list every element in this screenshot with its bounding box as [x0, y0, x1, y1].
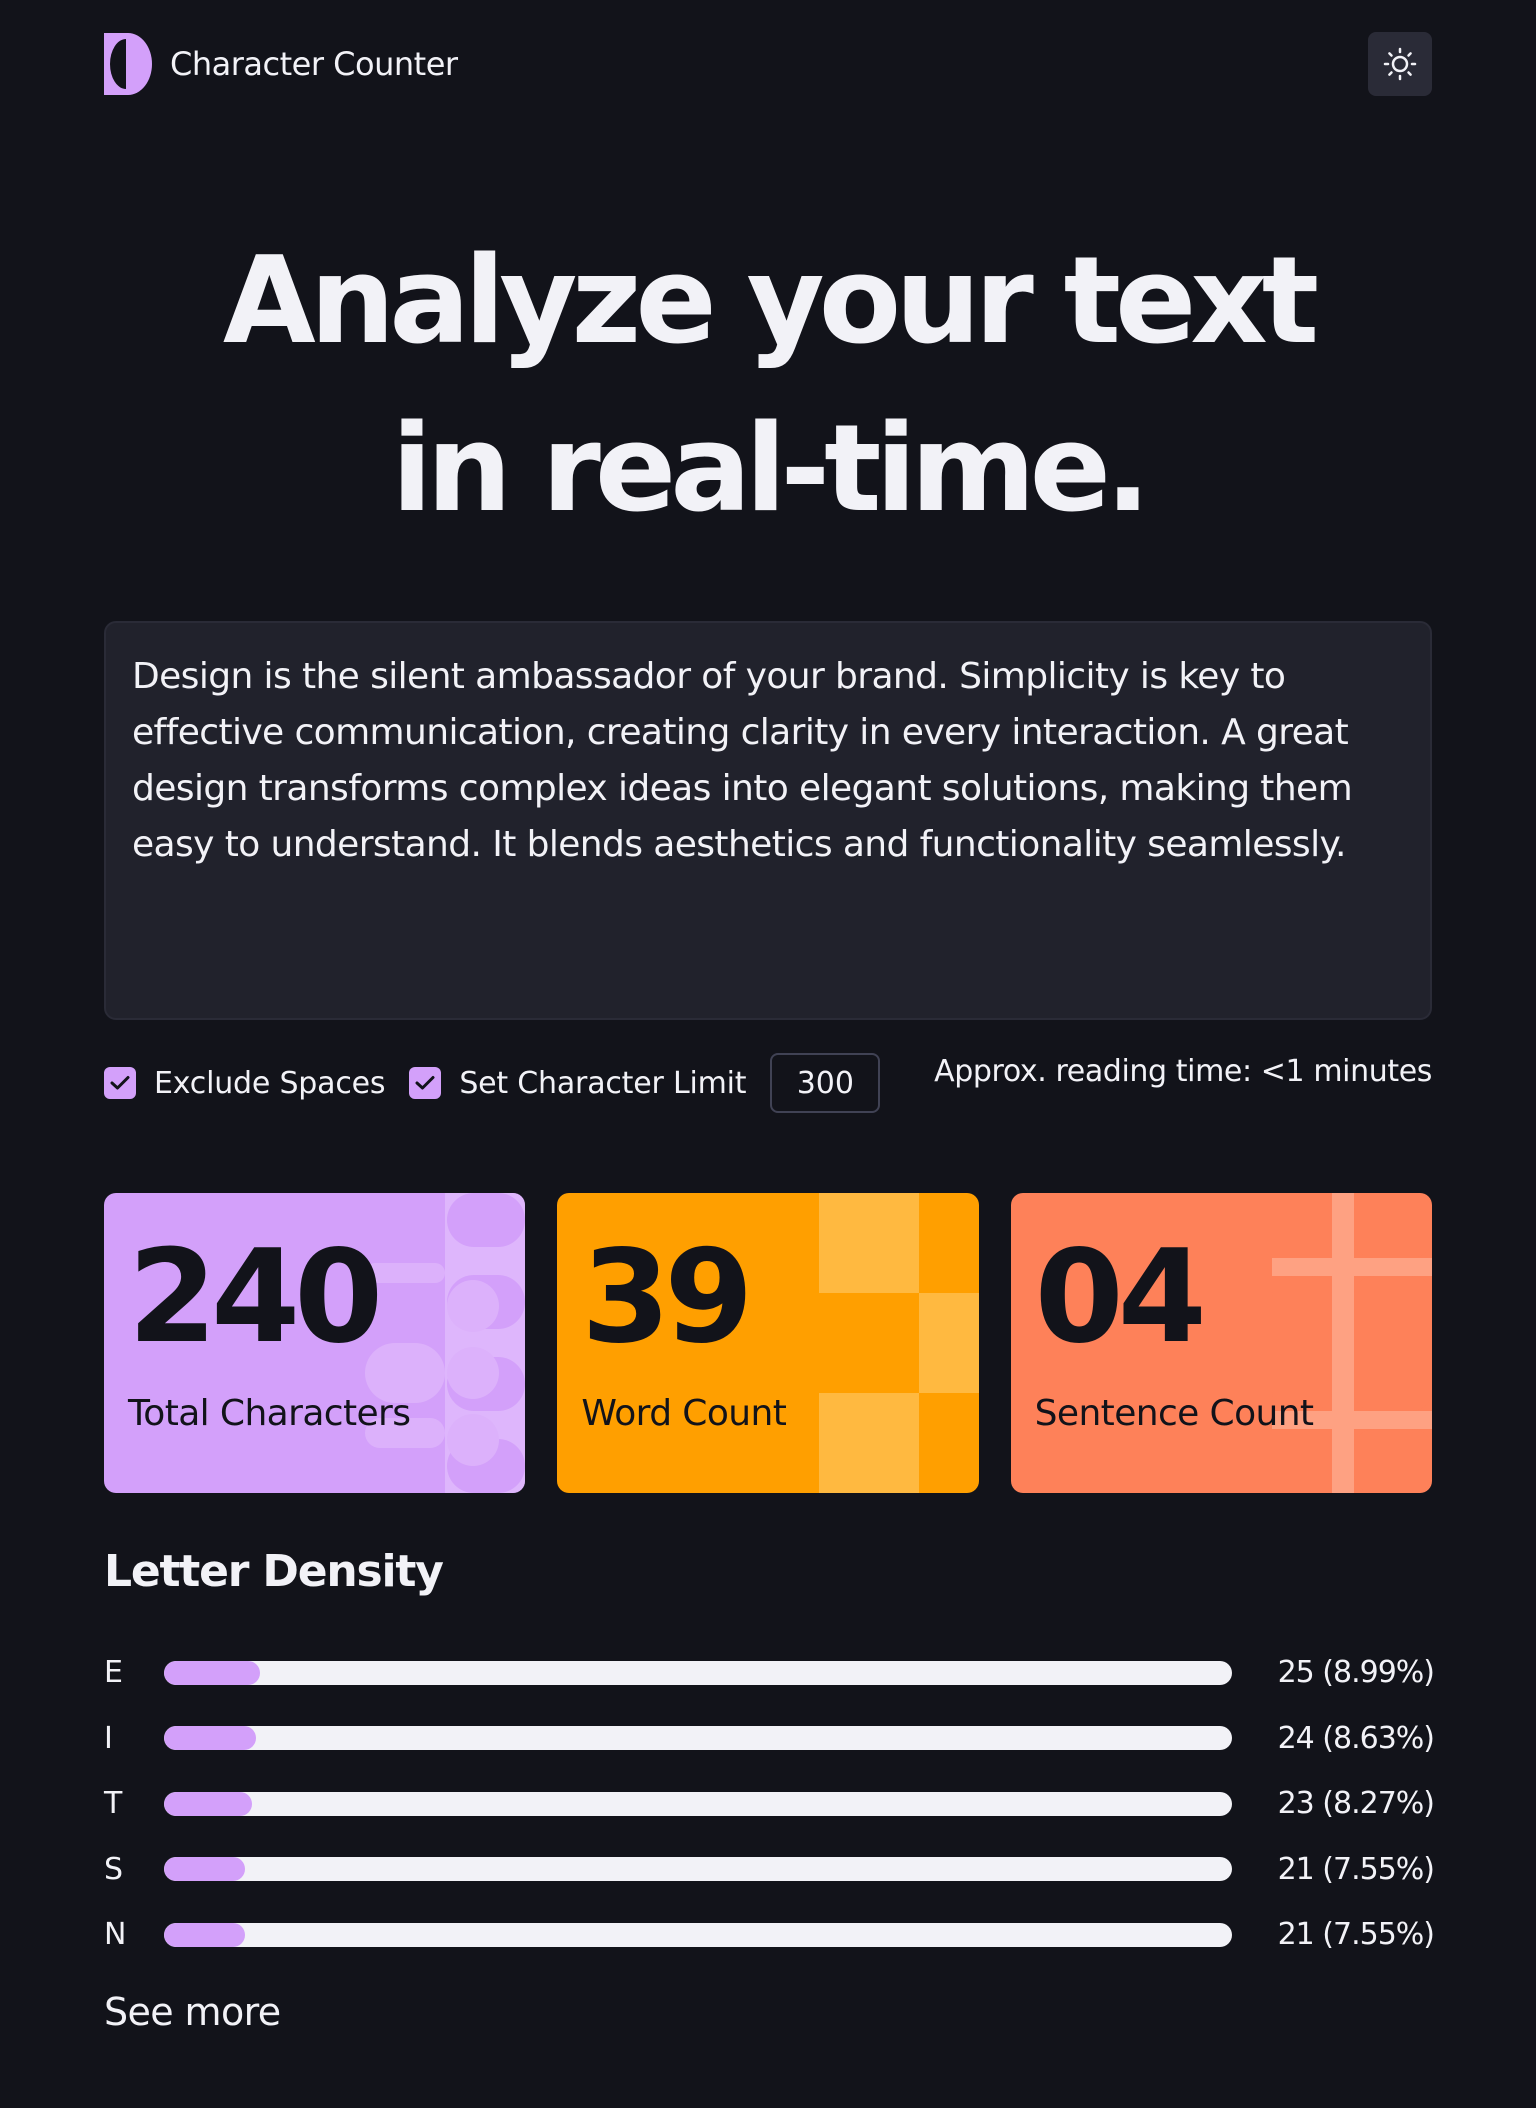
char-limit-option[interactable]: Set Character Limit [409, 1065, 747, 1101]
half-circle-logo-icon [104, 33, 152, 95]
char-limit-checkbox[interactable] [409, 1067, 442, 1099]
brand[interactable]: Character Counter [104, 33, 458, 95]
density-row: I 24 (8.63%) [104, 1706, 1435, 1772]
stats-cards: 240 Total Characters 39 Word Count 04 Se… [104, 1193, 1432, 1493]
page: Character Counter Analyze your text in r… [0, 0, 1536, 2108]
density-letter: I [104, 1720, 113, 1756]
theme-toggle-button[interactable] [1368, 32, 1432, 96]
hero-line-1: Analyze your text [222, 232, 1319, 371]
word-count-value: 39 [581, 1223, 753, 1372]
density-value: 23 (8.27%) [1277, 1786, 1435, 1822]
char-limit-input[interactable] [770, 1053, 881, 1113]
density-bar-fill [164, 1791, 253, 1816]
sentence-count-card: 04 Sentence Count [1010, 1193, 1432, 1493]
density-value: 21 (7.55%) [1277, 1851, 1435, 1887]
sentence-count-value: 04 [1034, 1223, 1207, 1372]
exclude-spaces-label: Exclude Spaces [154, 1065, 386, 1101]
density-bar-track [164, 1660, 1232, 1685]
reading-time: Approx. reading time: <1 minutes [934, 1054, 1432, 1089]
card-pattern [365, 1193, 526, 1493]
density-bar-track [164, 1857, 1232, 1882]
total-characters-label: Total Characters [128, 1393, 411, 1434]
density-bar-fill [164, 1726, 257, 1751]
density-value: 25 (8.99%) [1277, 1655, 1435, 1691]
card-pattern [818, 1193, 979, 1493]
density-letter: N [104, 1917, 127, 1953]
app-title: Character Counter [170, 45, 458, 83]
card-pattern [1271, 1193, 1432, 1493]
see-more-link[interactable]: See more [104, 1990, 281, 2034]
density-letter: T [104, 1786, 123, 1822]
density-letter: S [104, 1851, 124, 1887]
char-limit-label: Set Character Limit [459, 1065, 747, 1101]
density-row: S 21 (7.55%) [104, 1837, 1435, 1903]
density-row: E 25 (8.99%) [104, 1640, 1435, 1706]
word-count-card: 39 Word Count [557, 1193, 979, 1493]
letter-density-title: Letter Density [104, 1546, 444, 1597]
hero-heading: Analyze your text in real-time. [0, 218, 1536, 554]
checkmark-icon [110, 1076, 130, 1090]
word-count-label: Word Count [581, 1393, 787, 1434]
density-bar-track [164, 1922, 1232, 1947]
sentence-count-label: Sentence Count [1034, 1393, 1314, 1434]
total-characters-value: 240 [128, 1223, 383, 1372]
density-row: N 21 (7.55%) [104, 1902, 1435, 1968]
density-value: 21 (7.55%) [1277, 1917, 1435, 1953]
density-value: 24 (8.63%) [1277, 1720, 1435, 1756]
total-characters-card: 240 Total Characters [104, 1193, 526, 1493]
density-row: T 23 (8.27%) [104, 1771, 1435, 1837]
density-bar-track [164, 1791, 1232, 1816]
density-bar-fill [164, 1922, 245, 1947]
density-bar-track [164, 1726, 1232, 1751]
header: Character Counter [104, 32, 1432, 96]
exclude-spaces-checkbox[interactable] [104, 1067, 136, 1099]
density-bar-fill [164, 1857, 245, 1882]
density-bar-fill [164, 1660, 260, 1685]
checkmark-icon [415, 1076, 435, 1090]
sun-icon [1383, 47, 1417, 81]
letter-density-list: E 25 (8.99%) I 24 (8.63%) T 23 (8.27%) S… [104, 1640, 1435, 1968]
options-row: Exclude Spaces Set Character Limit Appro… [104, 1052, 1432, 1114]
density-letter: E [104, 1655, 123, 1691]
text-input-area[interactable]: Design is the silent ambassador of your … [104, 621, 1432, 1020]
exclude-spaces-option[interactable]: Exclude Spaces [104, 1065, 386, 1101]
hero-line-2: in real-time. [391, 400, 1150, 539]
